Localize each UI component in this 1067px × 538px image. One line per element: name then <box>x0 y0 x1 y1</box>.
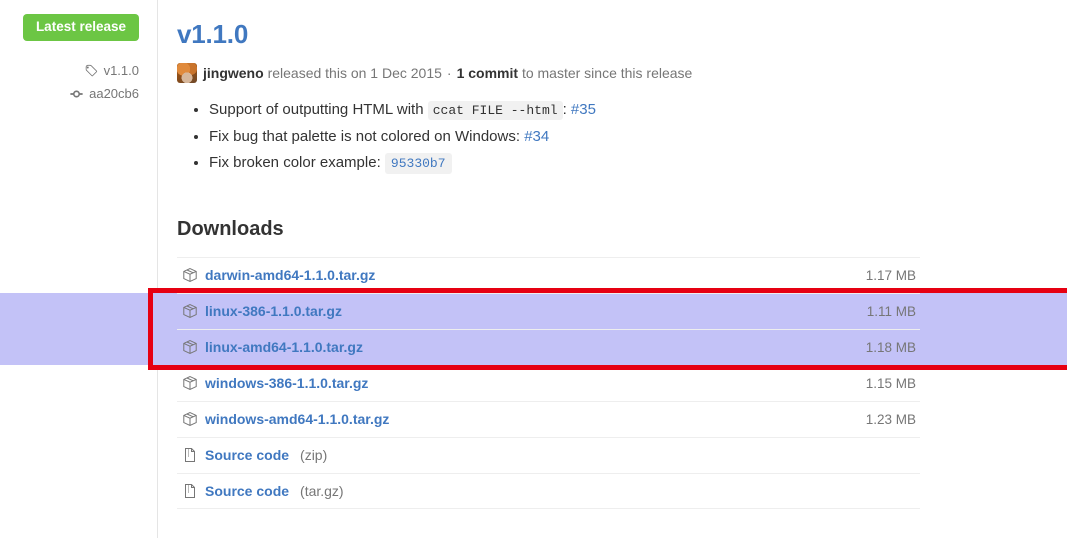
download-link[interactable]: linux-386-1.1.0.tar.gz <box>205 303 342 319</box>
note-code-snippet: ccat FILE --html <box>427 100 563 120</box>
commit-sha-link[interactable]: 95330b7 <box>384 152 452 174</box>
package-icon <box>182 267 198 283</box>
download-link[interactable]: windows-amd64-1.1.0.tar.gz <box>205 411 389 427</box>
release-sidebar: Latest release v1.1.0 aa20cb6 <box>0 0 158 538</box>
release-notes-list: Support of outputting HTML with ccat FIL… <box>177 97 1067 177</box>
download-link[interactable]: darwin-amd64-1.1.0.tar.gz <box>205 267 375 283</box>
package-icon <box>182 411 198 427</box>
release-title[interactable]: v1.1.0 <box>177 18 248 51</box>
note-colon: : <box>562 100 567 118</box>
download-size: 1.23 MB <box>865 411 916 427</box>
download-name-cell: Source code (zip) <box>177 447 916 463</box>
download-name-cell: windows-386-1.1.0.tar.gz <box>177 375 866 391</box>
download-row[interactable]: linux-386-1.1.0.tar.gz 1.11 MB <box>177 292 920 329</box>
avatar <box>177 62 197 83</box>
released-text: released this on <box>267 64 367 81</box>
release-page: Latest release v1.1.0 aa20cb6 v1.1.0 jin… <box>0 0 1067 538</box>
note-text: Support of outputting HTML with <box>209 100 424 118</box>
download-size: 1.11 MB <box>866 303 916 319</box>
download-link[interactable]: Source code <box>205 483 289 499</box>
note-text: Fix broken color example: <box>209 153 381 171</box>
download-row[interactable]: windows-386-1.1.0.tar.gz 1.15 MB <box>177 364 920 401</box>
package-icon <box>182 303 198 319</box>
download-link[interactable]: windows-386-1.1.0.tar.gz <box>205 375 368 391</box>
tag-meta-row[interactable]: v1.1.0 <box>69 60 139 81</box>
release-note-item: Fix bug that palette is not colored on W… <box>209 124 1067 150</box>
release-note-item: Support of outputting HTML with ccat FIL… <box>209 97 1067 124</box>
download-row[interactable]: darwin-amd64-1.1.0.tar.gz 1.17 MB <box>177 256 920 293</box>
download-size: 1.15 MB <box>865 375 916 391</box>
download-name-cell: Source code (tar.gz) <box>177 483 916 499</box>
note-text: Fix bug that palette is not colored on W… <box>209 127 521 145</box>
download-link[interactable]: Source code <box>205 447 289 463</box>
commit-count[interactable]: 1 commit <box>457 63 518 83</box>
download-size: 1.18 MB <box>865 339 916 355</box>
latest-release-badge: Latest release <box>22 14 139 41</box>
download-row[interactable]: Source code (tar.gz) <box>177 472 920 509</box>
package-icon <box>182 339 198 355</box>
file-zip-icon <box>182 483 198 499</box>
byline-separator: · <box>446 64 452 81</box>
download-row[interactable]: windows-amd64-1.1.0.tar.gz 1.23 MB <box>177 400 920 437</box>
release-author[interactable]: jingweno <box>203 63 264 83</box>
downloads-heading: Downloads <box>177 217 284 240</box>
package-icon <box>182 375 198 391</box>
download-name-cell: darwin-amd64-1.1.0.tar.gz <box>177 267 866 283</box>
download-name-cell: windows-amd64-1.1.0.tar.gz <box>177 411 866 427</box>
download-row[interactable]: Source code (zip) <box>177 436 920 473</box>
download-size: 1.17 MB <box>865 267 916 283</box>
commit-sha-label: aa20cb6 <box>89 86 139 101</box>
download-link[interactable]: linux-amd64-1.1.0.tar.gz <box>205 339 363 355</box>
release-note-item: Fix broken color example: 95330b7 <box>209 150 1067 177</box>
download-format-suffix: (tar.gz) <box>300 482 344 499</box>
commit-meta-row[interactable]: aa20cb6 <box>69 83 139 104</box>
release-byline: jingweno released this on 1 Dec 2015 · 1… <box>177 62 1067 83</box>
release-meta-list: v1.1.0 aa20cb6 <box>69 60 139 106</box>
release-date: 1 Dec 2015 <box>370 64 442 81</box>
download-row[interactable]: linux-amd64-1.1.0.tar.gz 1.18 MB <box>177 328 920 365</box>
git-commit-icon <box>69 86 84 101</box>
download-format-suffix: (zip) <box>300 447 328 463</box>
tag-icon <box>84 63 99 78</box>
issue-link-34[interactable]: #34 <box>524 128 549 145</box>
issue-link-35[interactable]: #35 <box>571 101 596 118</box>
download-name-cell: linux-386-1.1.0.tar.gz <box>177 303 867 319</box>
release-main: v1.1.0 jingweno released this on 1 Dec 2… <box>159 0 1067 538</box>
download-name-cell: linux-amd64-1.1.0.tar.gz <box>177 339 866 355</box>
tag-label: v1.1.0 <box>103 63 139 78</box>
commit-suffix-text: to master since this release <box>521 64 693 81</box>
downloads-table: darwin-amd64-1.1.0.tar.gz 1.17 MB linux-38… <box>177 256 920 509</box>
file-zip-icon <box>182 447 198 463</box>
